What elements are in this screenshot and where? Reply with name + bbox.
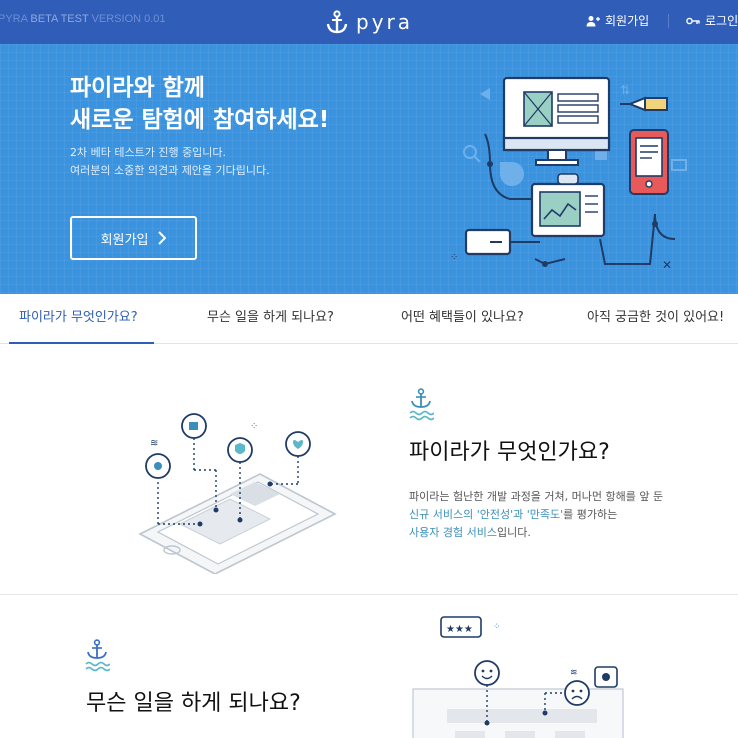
login-label: 로그인: [705, 14, 738, 28]
description-highlight-2: 사용자 경험 서비스: [409, 526, 497, 539]
tab-benefits[interactable]: 어떤 혜택들이 있나요?: [401, 294, 524, 344]
tab-questions[interactable]: 아직 궁금한 것이 있어요!: [587, 294, 724, 344]
hero-banner: 파이라와 함께 새로운 탐험에 참여하세요! 2차 베타 테스트가 진행 중입니…: [0, 44, 738, 294]
beta-test-label: BETA TEST: [30, 13, 89, 25]
chevron-right-icon: [158, 231, 167, 245]
hero-title-line-2: 새로운 탐험에 참여하세요!: [70, 107, 330, 133]
description-line-3-rest: 입니다.: [496, 526, 531, 539]
logo-text: pyra: [356, 10, 414, 34]
description-highlight-1: 신규 서비스의 '안전성'과 '만족도': [409, 508, 564, 521]
description-line-3: 사용자 경험 서비스입니다.: [409, 524, 663, 542]
what-is-pyra-title: 파이라가 무엇인가요?: [409, 440, 610, 465]
version-label: VERSION 0.01: [91, 13, 166, 25]
svg-text:⇅: ⇅: [620, 83, 630, 97]
description-line-2: 신규 서비스의 '안전성'과 '만족도'를 평가하는: [409, 506, 663, 524]
tab-what-is-pyra[interactable]: 파이라가 무엇인가요?: [9, 294, 154, 344]
anchor-waves-icon: [409, 388, 434, 421]
tab-what-will-i-do[interactable]: 무슨 일을 하게 되나요?: [207, 294, 334, 344]
hero-title: 파이라와 함께 새로운 탐험에 참여하세요!: [70, 72, 329, 136]
nav-divider: [668, 14, 669, 28]
what-will-i-do-title: 무슨 일을 하게 되나요?: [86, 691, 301, 716]
what-is-pyra-section: ≋ ⁘ 파이라가 무엇인가요? 파이라는 험난한 개발 과정을 거쳐, 머나먼 …: [0, 344, 738, 594]
anchor-icon: [326, 10, 348, 34]
description-line-2-rest: 를 평가하는: [563, 508, 618, 521]
beta-version-label: PYRA BETA TEST VERSION 0.01: [0, 13, 166, 25]
review-screen-illustration: ★★★ ⁘ ≋: [412, 616, 624, 738]
svg-text:⁘: ⁘: [250, 421, 258, 432]
svg-text:≋: ≋: [570, 668, 578, 678]
pyra-logo[interactable]: pyra: [326, 9, 413, 35]
section-tabs: 파이라가 무엇인가요? 무슨 일을 하게 되나요? 어떤 혜택들이 있나요? 아…: [0, 294, 738, 344]
login-link[interactable]: 로그인: [686, 12, 738, 29]
devices-illustration: ⇅ ⁘ ✕: [450, 76, 687, 272]
description-line-1: 파이라는 험난한 개발 과정을 거쳐, 머나먼 항해를 앞 둔: [409, 490, 664, 503]
hero-subtitle-line-2: 여러분의 소중한 의견과 제안을 기다립니다.: [70, 164, 270, 177]
user-plus-icon: [586, 15, 600, 26]
hero-join-label: 회원가입: [100, 231, 149, 247]
svg-text:✕: ✕: [662, 258, 672, 272]
beta-brand: PYRA: [0, 13, 28, 25]
phone-feedback-illustration: ≋ ⁘: [138, 413, 337, 574]
anchor-waves-icon: [85, 639, 110, 672]
join-label: 회원가입: [605, 14, 650, 28]
hero-subtitle-line-1: 2차 베타 테스트가 진행 중입니다.: [70, 146, 227, 159]
what-is-pyra-description: 파이라는 험난한 개발 과정을 거쳐, 머나먼 항해를 앞 둔 신규 서비스의 …: [409, 488, 663, 542]
what-will-i-do-section: 무슨 일을 하게 되나요? ★★★ ⁘ ≋: [0, 595, 738, 738]
svg-text:≋: ≋: [150, 438, 158, 449]
svg-text:⁘: ⁘: [450, 252, 458, 263]
svg-text:★★★: ★★★: [446, 624, 473, 635]
hero-subtitle: 2차 베타 테스트가 진행 중입니다. 여러분의 소중한 의견과 제안을 기다립…: [70, 144, 270, 180]
hero-title-line-1: 파이라와 함께: [70, 75, 205, 101]
join-link[interactable]: 회원가입: [586, 12, 649, 29]
top-navigation-bar: PYRA BETA TEST VERSION 0.01 pyra 회원가입 로그…: [0, 0, 738, 44]
key-icon: [686, 17, 700, 24]
hero-join-button[interactable]: 회원가입: [70, 216, 197, 260]
svg-text:⁘: ⁘: [493, 622, 501, 632]
